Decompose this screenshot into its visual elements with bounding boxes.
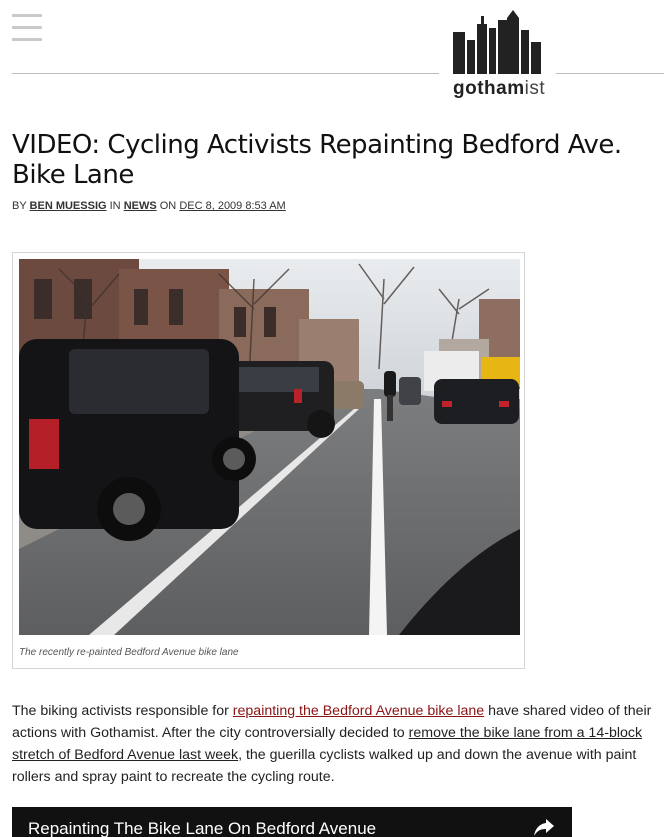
- byline: BY BEN MUESSIG IN NEWS ON DEC 8, 2009 8:…: [12, 200, 286, 212]
- author-link[interactable]: BEN MUESSIG: [30, 200, 107, 212]
- category-link[interactable]: NEWS: [124, 200, 157, 212]
- article-figure: The recently re-painted Bedford Avenue b…: [12, 252, 525, 669]
- byline-on: ON: [159, 200, 177, 212]
- header-rule-right: [556, 73, 664, 74]
- gothamist-logo[interactable]: gothamist: [447, 8, 547, 100]
- date-link[interactable]: DEC 8, 2009 8:53 AM: [179, 200, 285, 212]
- article-title: VIDEO: Cycling Activists Repainting Bedf…: [12, 130, 622, 190]
- bike-lane-photo: [19, 259, 520, 635]
- figure-caption: The recently re-painted Bedford Avenue b…: [19, 647, 239, 658]
- header-rule-left: [12, 73, 439, 74]
- video-embed[interactable]: Repainting The Bike Lane On Bedford Aven…: [12, 807, 572, 837]
- article-paragraph: The biking activists responsible for rep…: [12, 700, 652, 788]
- video-title[interactable]: Repainting The Bike Lane On Bedford Aven…: [28, 819, 376, 837]
- paragraph-text-1: The biking activists responsible for: [12, 703, 233, 719]
- byline-in: IN: [109, 200, 121, 212]
- repainting-link[interactable]: repainting the Bedford Avenue bike lane: [233, 703, 484, 719]
- byline-by: BY: [12, 200, 27, 212]
- share-icon[interactable]: [532, 817, 556, 837]
- skyline-logo-icon: [453, 10, 541, 74]
- logo-wordmark: gothamist: [453, 78, 546, 99]
- hamburger-menu-icon[interactable]: [12, 14, 42, 44]
